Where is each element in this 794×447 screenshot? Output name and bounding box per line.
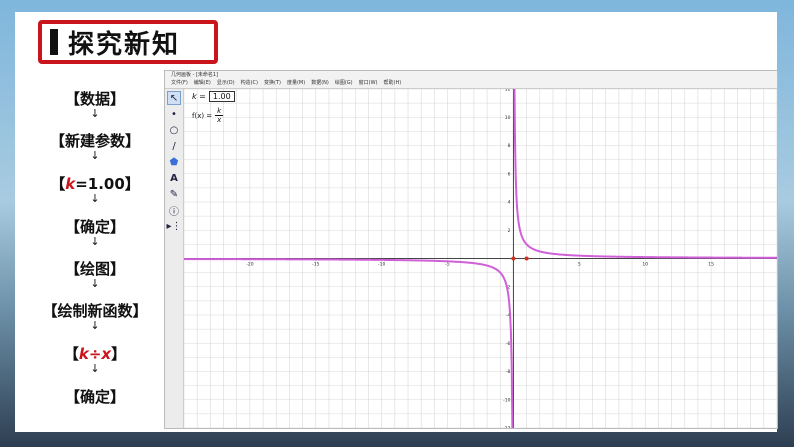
info-icon[interactable]: ⓘ (167, 203, 181, 218)
step-data: 【数据】 (64, 90, 125, 108)
tool-palette: ↖ • ○ / ⬟ A ✎ ⓘ ▸⋮ (165, 89, 184, 428)
parameter-name: k = (192, 92, 206, 101)
y-tick-label: -12 (503, 426, 510, 429)
parameter-k[interactable]: k = 1.00 (192, 91, 235, 102)
down-arrow-icon: ↓ (90, 362, 100, 375)
line-icon[interactable]: / (167, 139, 181, 153)
function-label[interactable]: f(x) = k x (192, 107, 224, 124)
step-new-parameter: 【新建参数】 (49, 132, 140, 150)
step-k-value: 【k=1.00】 (50, 175, 140, 193)
expression-k-div-x: k÷x (78, 345, 112, 363)
y-tick-label: -6 (506, 341, 511, 347)
text-icon[interactable]: A (167, 171, 181, 185)
menu-data[interactable]: 数据(N) (311, 79, 329, 88)
x-tick-label: 5 (578, 262, 581, 268)
x-tick-label: -15 (312, 262, 319, 268)
menu-construct[interactable]: 构造(C) (241, 79, 258, 88)
x-tick-label: 10 (642, 262, 648, 268)
title-bar-marker (50, 29, 58, 55)
polygon-icon[interactable]: ⬟ (167, 155, 181, 169)
menu-graph[interactable]: 绘图(G) (335, 79, 353, 88)
down-arrow-icon: ↓ (90, 235, 100, 248)
section-title-box: 探究新知 (38, 20, 218, 64)
step-k-div-x: 【k÷x】 (63, 345, 127, 363)
menu-measure[interactable]: 度量(M) (287, 79, 305, 88)
y-tick-label: 4 (508, 200, 511, 206)
sketchpad-window: 几何画板 - [未命名1] 文件(F) 编辑(E) 显示(D) 构造(C) 变换… (164, 70, 778, 443)
function-graph[interactable]: -20-15-10-551015-12-10-8-6-4-224681012 (183, 74, 778, 443)
y-tick-label: 6 (508, 171, 511, 177)
step-plot-new-function: 【绘制新函数】 (42, 302, 148, 320)
custom-tool-icon[interactable]: ▸⋮ (166, 219, 181, 233)
section-title: 探究新知 (68, 29, 181, 60)
arrow-select-icon[interactable]: ↖ (167, 91, 181, 105)
sketch-canvas[interactable]: -20-15-10-551015-12-10-8-6-4-224681012 k… (183, 74, 778, 443)
menu-edit[interactable]: 编辑(E) (194, 79, 211, 88)
graph-point (524, 256, 529, 261)
down-arrow-icon: ↓ (90, 192, 100, 205)
x-tick-label: -10 (378, 262, 385, 268)
menu-file[interactable]: 文件(F) (171, 79, 188, 88)
fraction-denominator: x (217, 116, 222, 124)
step-confirm: 【确定】 (64, 218, 125, 236)
point-icon[interactable]: • (167, 107, 181, 121)
y-tick-label: -10 (503, 397, 510, 403)
x-tick-label: -20 (246, 262, 253, 268)
menu-window[interactable]: 窗口(W) (359, 79, 378, 88)
menu-bar: 文件(F) 编辑(E) 显示(D) 构造(C) 变换(T) 度量(M) 数据(N… (165, 79, 777, 89)
circle-icon[interactable]: ○ (167, 123, 181, 137)
x-tick-label: 15 (708, 262, 714, 268)
down-arrow-icon: ↓ (90, 277, 100, 290)
menu-display[interactable]: 显示(D) (217, 79, 235, 88)
y-tick-label: 10 (505, 115, 511, 121)
menu-help[interactable]: 帮助(H) (384, 79, 402, 88)
y-tick-label: 8 (508, 143, 511, 149)
down-arrow-icon: ↓ (90, 107, 100, 120)
variable-k: k (65, 175, 76, 193)
parameter-value-box[interactable]: 1.00 (208, 91, 235, 102)
marker-icon[interactable]: ✎ (167, 187, 181, 201)
x-tick-label: -5 (445, 262, 450, 268)
app-title: 几何画板 - [未命名1] (171, 72, 219, 78)
y-tick-label: 12 (505, 89, 511, 93)
graph-point (511, 256, 516, 261)
function-name: f(x) = (192, 111, 213, 120)
step-confirm-final: 【确定】 (64, 388, 125, 406)
fraction-numerator: k (215, 107, 224, 116)
y-tick-label: -8 (506, 369, 511, 375)
menu-transform[interactable]: 变换(T) (264, 79, 281, 88)
down-arrow-icon: ↓ (90, 319, 100, 332)
down-arrow-icon: ↓ (90, 149, 100, 162)
function-fraction: k x (215, 107, 224, 124)
y-tick-label: 2 (508, 228, 511, 234)
step-graph: 【绘图】 (64, 260, 125, 278)
